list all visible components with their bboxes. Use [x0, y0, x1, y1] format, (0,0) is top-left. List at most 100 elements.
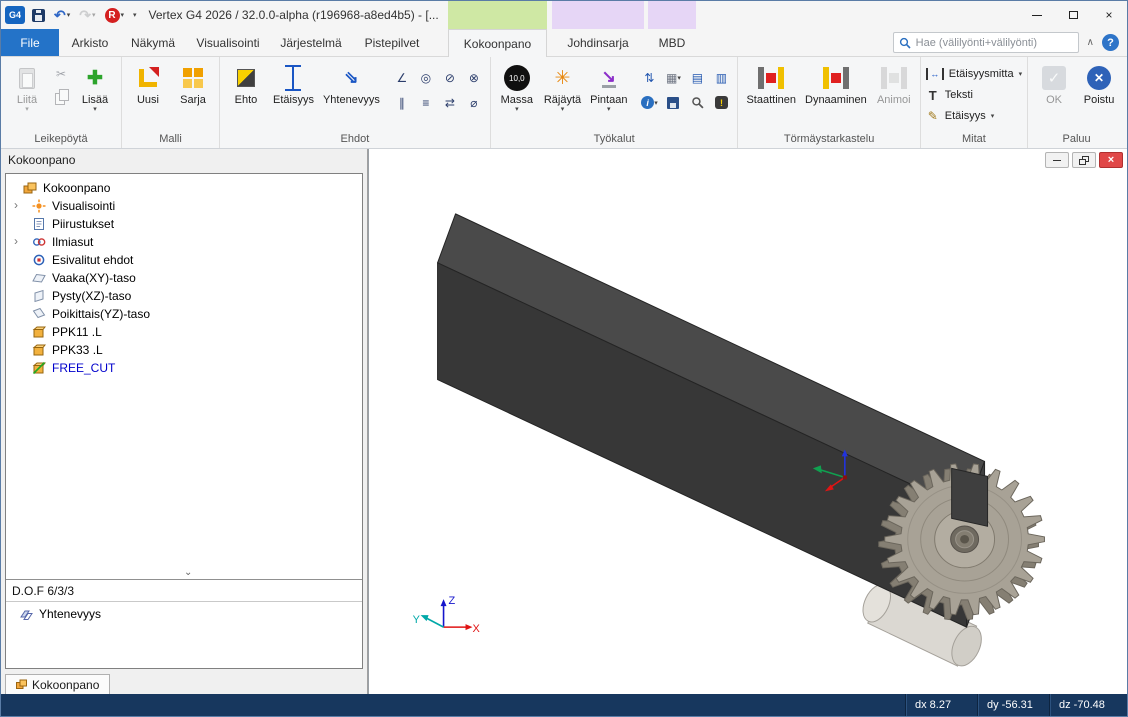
- sort-order-button[interactable]: ⇅: [639, 68, 659, 87]
- constraints-icon: [32, 253, 46, 267]
- tree-item-preselected-constraints[interactable]: Esivalitut ehdot: [6, 251, 362, 269]
- save-button[interactable]: [30, 5, 47, 25]
- quick-access-customize-button[interactable]: ▾: [131, 5, 139, 25]
- tree-item-xz-plane[interactable]: Pysty(XZ)-taso: [6, 287, 362, 305]
- expand-chevron-icon[interactable]: ›: [14, 234, 18, 248]
- section-collapse-icon[interactable]: ⌄: [184, 567, 192, 578]
- dropdown-icon: ▾: [1019, 70, 1023, 78]
- key-part[interactable]: [952, 468, 988, 526]
- magnifier-icon: [691, 96, 704, 109]
- distance-measure-button[interactable]: ↔ Etäisyysmitta ▾: [926, 65, 1022, 83]
- exit-cross-icon: ✕: [1087, 66, 1111, 90]
- minimize-icon: [1053, 160, 1061, 161]
- columns-view-button[interactable]: ▥: [711, 68, 731, 87]
- tree-item-appearances[interactable]: › Ilmiasut: [6, 233, 362, 251]
- viewport-close-button[interactable]: ×: [1099, 152, 1123, 168]
- undo-button[interactable]: ↶▾: [52, 5, 72, 25]
- vertex-menu-button[interactable]: R▾: [103, 5, 127, 25]
- coincidence-button[interactable]: ⇘ Yhtenevyys: [320, 60, 383, 106]
- cut-button[interactable]: ✂: [51, 64, 71, 83]
- search-input[interactable]: [916, 37, 1073, 49]
- 3d-scene[interactable]: Z X Y: [369, 149, 1127, 694]
- tab-johdinsarja[interactable]: Johdinsarja: [552, 29, 644, 56]
- concentric-constraint-button[interactable]: ◎: [416, 68, 436, 87]
- add-button[interactable]: ✚ Lisää ▾: [74, 60, 116, 114]
- viewport-minimize-button[interactable]: [1045, 152, 1069, 168]
- help-button[interactable]: ?: [1102, 34, 1119, 51]
- undo-icon: ↶: [54, 8, 66, 22]
- new-button[interactable]: Uusi: [127, 60, 169, 106]
- ribbon-collapse-button[interactable]: ∧: [1087, 37, 1094, 48]
- ribbon-group-model: Uusi Sarja Malli: [122, 57, 220, 148]
- tree-item-visualization[interactable]: › Visualisointi: [6, 197, 362, 215]
- tree-item-assembly-root[interactable]: Kokoonpano: [6, 179, 362, 197]
- paste-button[interactable]: Liitä ▾: [6, 60, 48, 114]
- tree-item-ppk33[interactable]: PPK33 .L: [6, 341, 362, 359]
- condition-icon: [237, 69, 255, 87]
- parallel-constraint-button[interactable]: ∥: [392, 93, 412, 112]
- tab-mbd[interactable]: MBD: [648, 29, 696, 56]
- diameter-constraint-button[interactable]: ⌀: [464, 93, 484, 112]
- series-button[interactable]: Sarja: [172, 60, 214, 106]
- angle-constraint-button[interactable]: ∠: [392, 68, 412, 87]
- text-dimension-button[interactable]: T Teksti: [926, 86, 1022, 104]
- gear-constraint-button[interactable]: ⊗: [464, 68, 484, 87]
- distance-icon: [285, 65, 301, 91]
- copy-button[interactable]: [51, 87, 71, 106]
- tree-item-yz-plane[interactable]: Poikittais(YZ)-taso: [6, 305, 362, 323]
- distance-dimension-button[interactable]: ✎ Etäisyys ▾: [926, 107, 1022, 125]
- app-logo: G4: [5, 6, 25, 24]
- 3d-viewport[interactable]: ×: [368, 149, 1127, 694]
- distance-constraint-button[interactable]: Etäisyys: [270, 60, 317, 106]
- series-icon: [183, 68, 203, 88]
- part-icon: [32, 343, 46, 357]
- warning-button[interactable]: !: [711, 93, 731, 112]
- mass-button[interactable]: 10,0 Massa ▾: [496, 60, 538, 114]
- dynamic-collision-icon: [823, 67, 849, 89]
- close-button[interactable]: ×: [1091, 1, 1127, 29]
- table-button[interactable]: ▦▾: [663, 68, 683, 87]
- ok-button[interactable]: ✓ OK: [1033, 60, 1075, 106]
- tab-kokoonpano[interactable]: Kokoonpano: [448, 29, 547, 57]
- dropdown-icon: ▾: [677, 74, 681, 82]
- tab-nakyma[interactable]: Näkymä: [121, 29, 185, 56]
- swap-constraint-button[interactable]: ⇄: [440, 93, 460, 112]
- tab-pistepilvet[interactable]: Pistepilvet: [351, 29, 433, 56]
- tree-item-free-cut[interactable]: FREE_CUT: [6, 359, 362, 377]
- tree-item-xy-plane[interactable]: Vaaka(XY)-taso: [6, 269, 362, 287]
- tab-arkisto[interactable]: Arkisto: [59, 29, 121, 56]
- condition-button[interactable]: Ehto: [225, 60, 267, 106]
- angle-icon: ∠: [396, 71, 407, 85]
- constraint-list-item[interactable]: Yhtenevyys: [6, 602, 362, 621]
- tab-jarjestelma[interactable]: Järjestelmä: [271, 29, 351, 56]
- maximize-button[interactable]: [1055, 1, 1091, 29]
- list-view-button[interactable]: ▤: [687, 68, 707, 87]
- tree-item-drawings[interactable]: Piirustukset: [6, 215, 362, 233]
- tangent-constraint-button[interactable]: ⊘: [440, 68, 460, 87]
- sort-icon: ⇅: [644, 71, 654, 85]
- panel-tab-kokoonpano[interactable]: Kokoonpano: [5, 674, 110, 694]
- expand-chevron-icon[interactable]: ›: [14, 198, 18, 212]
- exit-button[interactable]: ✕ Poistu: [1078, 60, 1120, 106]
- dropdown-icon: ▾: [25, 106, 29, 114]
- minimize-button[interactable]: [1019, 1, 1055, 29]
- animate-button[interactable]: Animoi: [873, 60, 915, 106]
- dynamic-collision-button[interactable]: Dynaaminen: [802, 60, 870, 106]
- coincident-constraint-button[interactable]: ≡: [416, 93, 436, 112]
- tab-visualisointi[interactable]: Visualisointi: [185, 29, 271, 56]
- zoom-button[interactable]: [687, 93, 707, 112]
- viewport-restore-button[interactable]: [1072, 152, 1096, 168]
- ribbon: Liitä ▾ ✂ ✚ Lisää ▾ Leikepöytä Uu: [1, 57, 1127, 149]
- coincidence-icon: ⇘: [344, 68, 358, 88]
- info-button[interactable]: i▾: [639, 93, 659, 112]
- to-surface-button[interactable]: ↘ Pintaan ▾: [587, 60, 630, 114]
- redo-button[interactable]: ↷▾: [77, 5, 97, 25]
- tree-item-ppk11[interactable]: PPK11 .L: [6, 323, 362, 341]
- dropdown-icon: ▾: [991, 112, 995, 120]
- dropdown-icon: ▾: [67, 11, 71, 19]
- tab-file[interactable]: File: [1, 29, 59, 56]
- static-collision-button[interactable]: Staattinen: [743, 60, 799, 106]
- explode-button[interactable]: ✳ Räjäytä ▾: [541, 60, 584, 114]
- save-model-button[interactable]: [663, 93, 683, 112]
- coincident-icon: ≡: [422, 96, 429, 110]
